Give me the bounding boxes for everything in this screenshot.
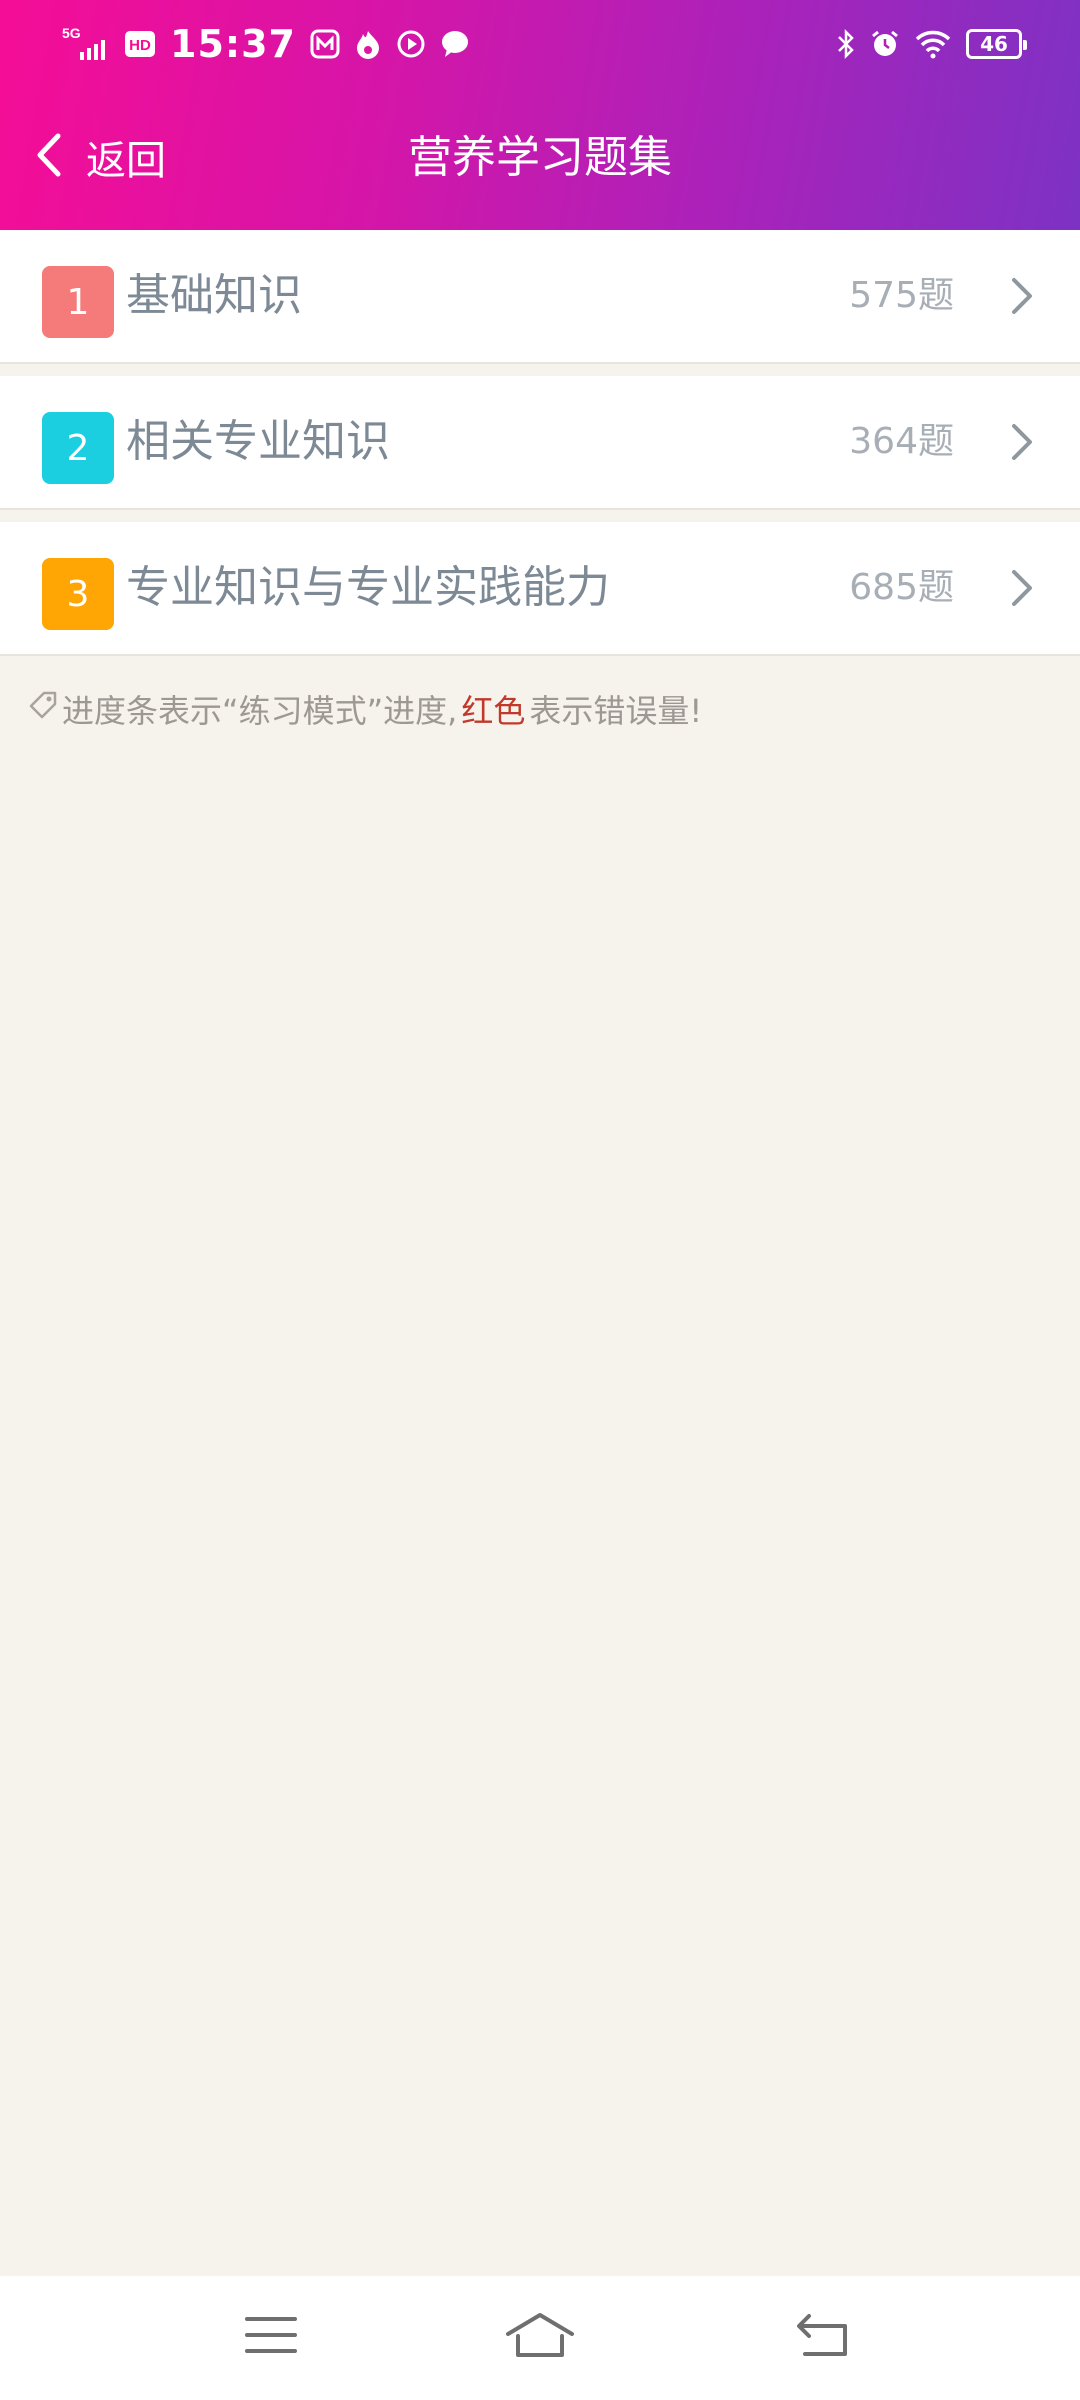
- item-title: 专业知识与专业实践能力: [126, 562, 610, 613]
- hd-icon: HD: [124, 30, 156, 58]
- chat-icon: [440, 29, 470, 59]
- menu-button[interactable]: [231, 2302, 311, 2372]
- hint-text: 进度条表示“练习模式”进度,: [62, 692, 458, 730]
- back-label: 返回: [86, 138, 166, 184]
- chevron-left-icon: [34, 132, 64, 182]
- list-item-practice-ability[interactable]: 3 专业知识与专业实践能力 685题: [0, 522, 1080, 656]
- home-icon: [504, 2310, 576, 2364]
- flame-app-icon: [354, 29, 382, 59]
- menu-icon: [244, 2313, 298, 2361]
- hint-text-end: 表示错误量!: [529, 692, 703, 730]
- back-nav-button[interactable]: [783, 2302, 863, 2372]
- svg-text:HD: HD: [129, 37, 151, 54]
- tag-icon: [28, 690, 58, 728]
- item-title: 相关专业知识: [126, 416, 390, 467]
- back-icon: [795, 2312, 851, 2362]
- question-count: 575题: [849, 275, 954, 316]
- nav-bar: 返回 营养学习题集: [0, 100, 1080, 215]
- index-badge: 1: [42, 266, 114, 338]
- battery-icon: 46: [966, 29, 1027, 59]
- play-app-icon: [396, 29, 426, 59]
- home-button[interactable]: [500, 2302, 580, 2372]
- svg-text:5G: 5G: [62, 25, 81, 41]
- back-button[interactable]: 返回: [34, 122, 166, 192]
- wifi-icon: [914, 29, 952, 59]
- alarm-icon: [870, 29, 900, 59]
- chevron-right-icon: [1002, 420, 1042, 464]
- network-signal-icon: 5G: [62, 24, 110, 64]
- system-navigation-bar: [0, 2276, 1080, 2400]
- index-badge: 3: [42, 558, 114, 630]
- list-item-related-knowledge[interactable]: 2 相关专业知识 364题: [0, 376, 1080, 510]
- chevron-right-icon: [1002, 274, 1042, 318]
- list-item-basic-knowledge[interactable]: 1 基础知识 575题: [0, 230, 1080, 364]
- progress-hint: 进度条表示“练习模式”进度, 红色 表示错误量!: [28, 686, 702, 732]
- item-title: 基础知识: [126, 270, 302, 321]
- status-time: 15:37: [170, 22, 296, 66]
- app-m-icon: [310, 29, 340, 59]
- question-set-list: 1 基础知识 575题 2 相关专业知识 364题 3 专业知识与专业实践能力 …: [0, 230, 1080, 656]
- hint-red-text: 红色: [461, 692, 526, 730]
- status-bar: 5G HD 15:37 46: [0, 0, 1080, 90]
- question-count: 364题: [849, 421, 954, 462]
- chevron-right-icon: [1002, 566, 1042, 610]
- index-badge: 2: [42, 412, 114, 484]
- app-header: 5G HD 15:37 46 返回 营养学习题集: [0, 0, 1080, 230]
- bluetooth-icon: [836, 28, 856, 60]
- question-count: 685题: [849, 567, 954, 608]
